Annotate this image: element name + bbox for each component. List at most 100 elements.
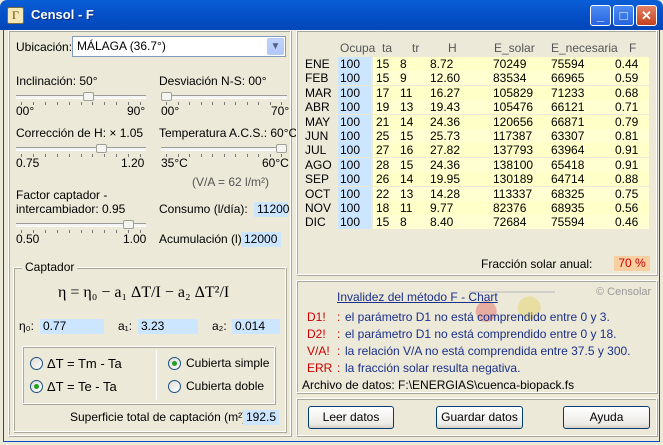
ocupa-input[interactable]: 100 bbox=[338, 186, 371, 201]
ocupa-input[interactable]: 100 bbox=[338, 129, 371, 143]
guardar-datos-button[interactable]: Guardar datos bbox=[436, 406, 523, 429]
column-header: E_necesaria bbox=[551, 41, 618, 55]
table-cell-mes: JUN bbox=[305, 129, 329, 143]
ocupa-input[interactable]: 100 bbox=[338, 71, 371, 86]
ocupa-input[interactable]: 100 bbox=[338, 100, 371, 115]
invalidez-link[interactable]: Invalidez del método F - Chart bbox=[337, 290, 498, 304]
monthly-table: Ocupa ta tr H E_solar E_necesaria F ENE 100 15 8 8.… bbox=[297, 31, 656, 251]
slider-tick bbox=[80, 154, 82, 157]
table-cell-mes: SEP bbox=[305, 172, 330, 187]
slider-tick bbox=[68, 230, 70, 233]
eta0-input[interactable]: 0.77 bbox=[40, 319, 104, 334]
leer-datos-button[interactable]: Leer datos bbox=[308, 406, 394, 429]
table-cell-ta: 28 bbox=[376, 157, 390, 172]
table-cell-esolar: 137793 bbox=[493, 143, 534, 158]
ocupa-input[interactable]: 100 bbox=[338, 114, 371, 129]
captador-group: Captador η = η₀ − a₁ ΔT/I − a₂ ΔT²/I η₀:… bbox=[13, 260, 286, 432]
table-cell-enec: 68935 bbox=[551, 201, 585, 215]
dt-tm-radio[interactable] bbox=[30, 357, 43, 370]
error-code-3: V/A! bbox=[307, 344, 330, 358]
cubierta-simple-radio[interactable] bbox=[168, 357, 181, 370]
error-code-1: D1! bbox=[307, 310, 326, 324]
inclinacion-min: 00° bbox=[16, 104, 35, 118]
table-cell-f: 0.46 bbox=[615, 215, 639, 230]
ocupa-input[interactable]: 100 bbox=[338, 172, 371, 187]
ocupa-input[interactable]: 100 bbox=[338, 143, 371, 158]
slider-tick bbox=[189, 154, 190, 157]
minimize-button[interactable]: _ bbox=[590, 5, 611, 26]
a2-input[interactable]: 0.014 bbox=[232, 319, 280, 334]
table-cell-ta: 18 bbox=[376, 201, 390, 215]
chevron-down-icon[interactable]: ▼ bbox=[267, 38, 284, 55]
correccion-label: Corrección de H: × 1.05 bbox=[16, 126, 144, 140]
fraccion-label: Fracción solar anual: bbox=[481, 257, 593, 271]
close-button[interactable]: ✕ bbox=[636, 5, 657, 26]
factor-slider-thumb[interactable] bbox=[123, 220, 135, 229]
acumulacion-input[interactable]: 12000 bbox=[241, 232, 281, 247]
slider-tick bbox=[258, 102, 259, 105]
table-cell-enec: 68325 bbox=[551, 186, 585, 201]
a1-input[interactable]: 3.23 bbox=[138, 319, 198, 334]
correccion-slider-thumb[interactable] bbox=[95, 144, 107, 153]
ocupa-input[interactable]: 100 bbox=[338, 201, 371, 215]
temperatura-max: 60°C bbox=[262, 156, 289, 170]
cubierta-doble-radio[interactable] bbox=[168, 380, 181, 393]
window-title: Censol - F bbox=[31, 7, 94, 22]
table-cell-tr: 14 bbox=[400, 172, 414, 187]
slider-tick bbox=[223, 102, 225, 105]
factor-slider[interactable] bbox=[16, 220, 146, 233]
table-cell-tr: 8 bbox=[400, 57, 407, 71]
column-header: Ocupa bbox=[340, 41, 376, 55]
table-cell-ta: 17 bbox=[376, 85, 390, 100]
error-sep-3: : bbox=[337, 344, 341, 358]
column-header: H bbox=[448, 41, 457, 55]
table-cell-h: 24.36 bbox=[430, 114, 461, 129]
slider-tick bbox=[212, 154, 213, 157]
error-sep-4: : bbox=[337, 361, 341, 375]
table-cell-h: 9.77 bbox=[430, 201, 454, 215]
table-cell-enec: 71233 bbox=[551, 85, 585, 100]
ocupa-input[interactable]: 100 bbox=[338, 57, 371, 71]
correccion-max: 1.20 bbox=[121, 156, 145, 170]
slider-tick bbox=[116, 230, 118, 233]
error-code-4: ERR bbox=[307, 361, 333, 375]
slider-tick bbox=[80, 230, 82, 233]
error-text-4: la fracción solar resulta negativa. bbox=[345, 361, 521, 375]
ubicacion-select[interactable]: MÁLAGA (36.7°) ▼ bbox=[72, 36, 286, 57]
column-header: E_solar bbox=[494, 41, 535, 55]
ocupa-input[interactable]: 100 bbox=[338, 157, 371, 172]
correccion-slider[interactable] bbox=[16, 144, 146, 157]
slider-tick bbox=[246, 102, 248, 105]
table-cell-enec: 66871 bbox=[551, 114, 585, 129]
slider-tick bbox=[80, 102, 82, 105]
dt-te-radio[interactable] bbox=[30, 380, 43, 393]
temperatura-slider-thumb[interactable] bbox=[276, 144, 287, 153]
table-cell-esolar: 83534 bbox=[493, 71, 527, 86]
slider-tick bbox=[116, 102, 118, 105]
fraccion-value: 70 % bbox=[614, 256, 650, 271]
app-icon[interactable]: Γ bbox=[7, 7, 24, 24]
table-cell-enec: 65418 bbox=[551, 157, 585, 172]
buttons-panel: Leer datos Guardar datos Ayuda bbox=[296, 398, 657, 436]
table-cell-mes: JUL bbox=[305, 143, 327, 158]
captador-title: Captador bbox=[22, 260, 78, 274]
inclinacion-slider-thumb[interactable] bbox=[82, 92, 94, 101]
divider bbox=[156, 350, 157, 400]
table-cell-tr: 16 bbox=[400, 143, 414, 158]
temperatura-slider[interactable] bbox=[161, 144, 287, 157]
table-cell-f: 0.79 bbox=[615, 114, 639, 129]
table-cell-ta: 21 bbox=[376, 114, 390, 129]
acumulacion-label: Acumulación (l): bbox=[159, 232, 246, 246]
maximize-button[interactable]: □ bbox=[613, 5, 634, 26]
desviacion-slider-thumb[interactable] bbox=[161, 92, 172, 101]
inclinacion-slider[interactable] bbox=[16, 92, 146, 105]
ocupa-input[interactable]: 100 bbox=[338, 215, 371, 230]
consumo-input[interactable]: 11200 bbox=[254, 202, 289, 217]
ocupa-input[interactable]: 100 bbox=[338, 85, 371, 100]
desviacion-slider[interactable] bbox=[161, 92, 287, 105]
table-cell-ta: 19 bbox=[376, 100, 390, 115]
superficie-input[interactable]: 192.5 bbox=[243, 410, 279, 425]
ubicacion-value: MÁLAGA (36.7°) bbox=[77, 39, 166, 53]
title-bar[interactable]: Γ Censol - F _ □ ✕ bbox=[0, 0, 663, 30]
ayuda-button[interactable]: Ayuda bbox=[563, 406, 650, 429]
